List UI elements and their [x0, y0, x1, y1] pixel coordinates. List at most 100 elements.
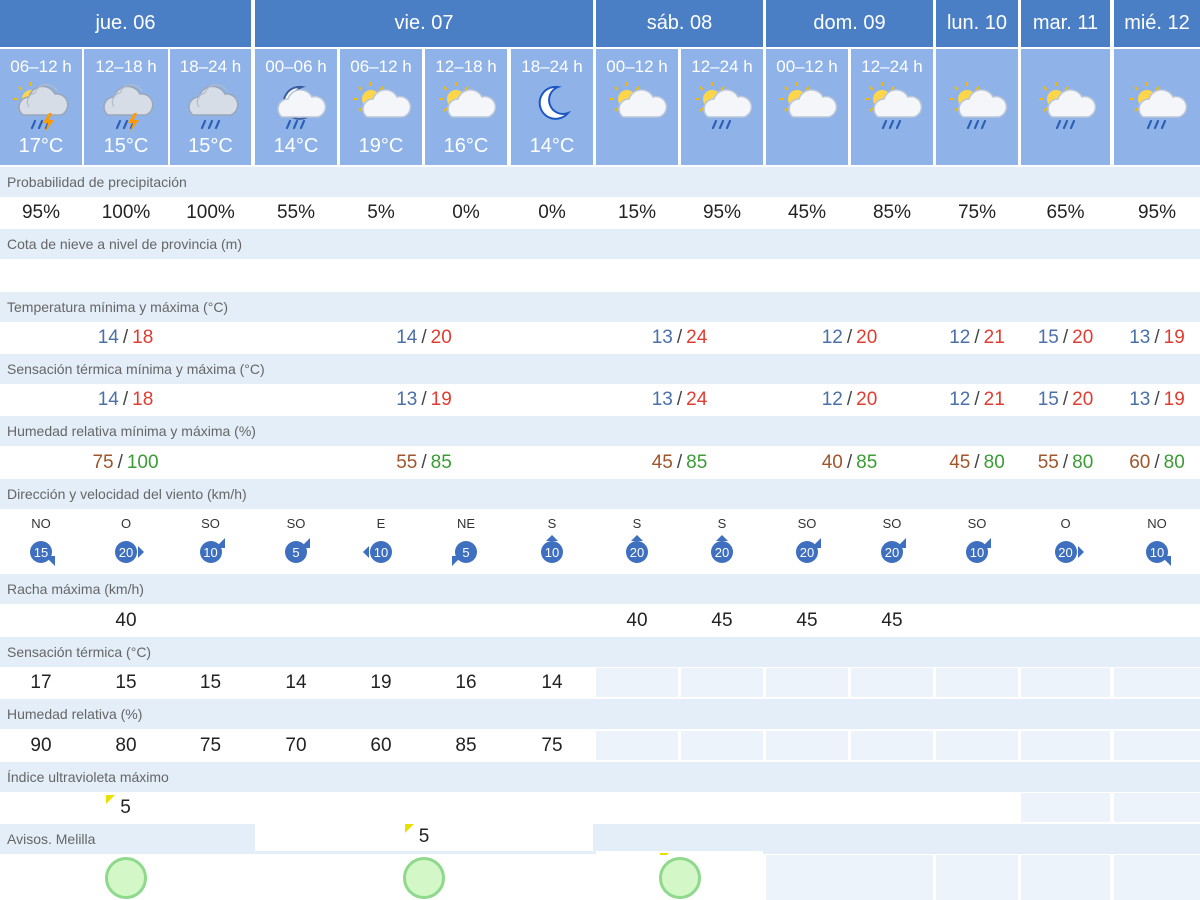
day-label: dom. 09 — [813, 12, 886, 34]
day-header[interactable]: dom. 09 — [766, 0, 933, 47]
warning-green-icon[interactable] — [104, 856, 147, 899]
temperature-range-max: 21 — [983, 326, 1005, 348]
snow-cell — [596, 261, 678, 290]
period-temperature: 14°C — [273, 135, 319, 157]
temperature-range: 12/21 — [936, 323, 1018, 352]
uv-value: 5 — [418, 825, 430, 847]
gust-cell — [936, 606, 1018, 635]
day-label: sáb. 08 — [646, 12, 713, 34]
humidity-range: 45/80 — [936, 448, 1018, 477]
temperature-range-min: 13 — [651, 326, 673, 348]
period-cell: 12–24 h — [681, 49, 763, 165]
snow-cell — [425, 261, 507, 290]
snow-cell — [1021, 261, 1110, 290]
wind-arrow-icon: 20 — [106, 535, 146, 569]
day-label: jue. 06 — [95, 12, 156, 34]
precip-value: 15% — [617, 202, 657, 223]
period-time: 18–24 h — [521, 57, 583, 76]
warning-cell[interactable] — [255, 855, 593, 900]
precip-value: 45% — [787, 202, 827, 223]
snow-cell — [255, 261, 337, 290]
wind-speed: 10 — [1149, 544, 1165, 560]
precip-value: 65% — [1046, 202, 1085, 223]
humidity-range: 55/80 — [1021, 448, 1110, 477]
period-time: 18–24 h — [179, 57, 242, 76]
precip-cell: 45% — [766, 199, 848, 227]
wind-direction: SO — [967, 516, 987, 531]
humidity-cell: 70 — [255, 731, 337, 760]
humidity-range-max: 80 — [1072, 451, 1094, 473]
moon-icon — [520, 77, 584, 133]
period-cell: 12–24 h — [851, 49, 933, 165]
sun-cloud-rain-icon — [860, 77, 924, 133]
temperature-range: 13/24 — [596, 323, 763, 352]
day-header[interactable]: mar. 11 — [1021, 0, 1110, 47]
day-header[interactable]: mié. 12 — [1114, 0, 1200, 47]
thermal-sensation-cell — [1114, 668, 1200, 697]
thermal-sensation-cell — [596, 668, 678, 697]
humidity-cell: 60 — [340, 731, 422, 760]
temperature-range-min: 12 — [949, 326, 971, 348]
humidity-range-max: 100 — [126, 451, 159, 473]
humidity-range-max: 85 — [856, 451, 878, 473]
row-label-temp: Temperatura mínima y máxima (°C) — [0, 292, 1200, 322]
period-time: 12–18 h — [435, 57, 497, 76]
thermal-range-max: 19 — [1163, 389, 1185, 410]
sun-cloud-rain-icon — [1034, 77, 1098, 133]
period-cell: 06–12 h 17°C — [0, 49, 82, 165]
wind-arrow-icon: 20 — [787, 535, 827, 569]
gust-cell: 40 — [84, 606, 168, 635]
wind-arrow-icon: 15 — [21, 535, 61, 569]
snow-cell — [766, 261, 848, 290]
warning-cell[interactable] — [0, 855, 251, 900]
day-label: vie. 07 — [394, 12, 454, 34]
wind-speed: 15 — [33, 544, 49, 560]
humidity-range-min: 45 — [949, 451, 971, 473]
thermal-sensation-cell — [1021, 668, 1110, 697]
thermal-range-min: 13 — [396, 389, 418, 410]
precip-cell: 55% — [255, 199, 337, 227]
thermal-range-max: 20 — [856, 389, 878, 410]
temperature-range-min: 14 — [97, 326, 119, 348]
temperature-range-min: 15 — [1037, 326, 1059, 348]
wind-direction: NO — [31, 516, 51, 531]
wind-arrow-icon: 20 — [702, 535, 742, 569]
wind-speed: 20 — [714, 544, 730, 560]
thermal-sensation-cell — [681, 668, 763, 697]
thermal-range: 13/19 — [1114, 386, 1200, 414]
day-label: mar. 11 — [1032, 12, 1099, 34]
warning-green-icon[interactable] — [403, 856, 445, 899]
humidity-cell — [681, 731, 763, 760]
day-header[interactable]: jue. 06 — [0, 0, 251, 47]
warning-green-icon[interactable] — [658, 856, 701, 899]
period-time: 12–18 h — [95, 57, 157, 76]
wind-cell: O 20 — [84, 511, 168, 572]
humidity-cell: 75 — [170, 731, 251, 760]
warning-cell — [1114, 855, 1200, 900]
temperature-range-max: 20 — [856, 326, 878, 348]
day-label: lun. 10 — [946, 12, 1008, 34]
humidity-cell: 90 — [0, 731, 82, 760]
night-cloudy-rain-icon — [264, 77, 328, 133]
snow-cell — [851, 261, 933, 290]
thermal-sensation-cell: 14 — [255, 668, 337, 697]
day-header[interactable]: vie. 07 — [255, 0, 593, 47]
thermal-sensation-cell — [766, 668, 848, 697]
day-header[interactable]: sáb. 08 — [596, 0, 763, 47]
warning-cell — [936, 855, 1018, 900]
temperature-range: 15/20 — [1021, 323, 1110, 352]
thermal-sensation-cell — [936, 668, 1018, 697]
sun-cloud-icon — [349, 77, 413, 133]
warning-cell[interactable] — [596, 855, 763, 900]
wind-direction: NE — [456, 516, 476, 531]
precip-cell: 65% — [1021, 199, 1110, 227]
thermal-sensation-cell: 15 — [84, 668, 168, 697]
wind-direction: O — [120, 516, 132, 531]
wind-cell: E 10 — [340, 511, 422, 572]
day-header[interactable]: lun. 10 — [936, 0, 1018, 47]
precip-value: 95% — [21, 202, 61, 223]
warning-cell — [1021, 855, 1110, 900]
wind-direction: S — [632, 516, 642, 531]
wind-arrow-icon: 10 — [957, 535, 997, 569]
humidity-range-separator: / — [1154, 451, 1160, 473]
